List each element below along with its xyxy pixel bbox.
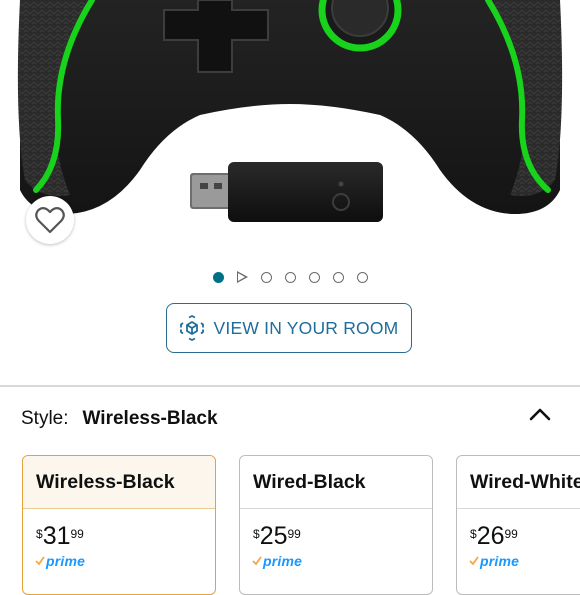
prime-text: prime <box>480 553 520 569</box>
style-header[interactable]: Style: Wireless-Black <box>21 405 561 433</box>
video-play-icon[interactable] <box>236 271 248 283</box>
controller-illustration <box>17 0 563 222</box>
prime-text: prime <box>263 553 303 569</box>
carousel-dot[interactable] <box>332 271 344 283</box>
carousel-dot[interactable] <box>308 271 320 283</box>
favorite-button[interactable] <box>26 196 74 244</box>
prime-badge: prime <box>457 553 580 569</box>
style-option-wired-black[interactable]: Wired-Black $ 25 99 prime <box>239 455 433 595</box>
product-image[interactable] <box>0 0 580 250</box>
chevron-up-icon[interactable] <box>528 404 552 424</box>
prime-check-icon <box>35 556 45 566</box>
price-currency: $ <box>36 527 43 541</box>
ar-cube-icon <box>179 315 204 341</box>
view-in-room-button[interactable]: VIEW IN YOUR ROOM <box>166 303 412 353</box>
prime-check-icon <box>469 556 479 566</box>
view-in-room-label: VIEW IN YOUR ROOM <box>213 317 399 338</box>
style-option-wired-white[interactable]: Wired-White $ 26 99 prime <box>456 455 580 595</box>
price-whole: 31 <box>42 522 71 550</box>
carousel-dot[interactable] <box>284 271 296 283</box>
price-fraction: 99 <box>70 527 84 541</box>
price-currency: $ <box>470 527 477 541</box>
price-fraction: 99 <box>287 527 301 541</box>
price-fraction: 99 <box>504 527 518 541</box>
style-option-price: $ 25 99 <box>240 523 432 549</box>
carousel-dot-active[interactable] <box>212 271 224 283</box>
heart-icon <box>35 207 65 234</box>
prime-badge: prime <box>23 553 215 569</box>
style-option-name: Wireless-Black <box>23 456 215 509</box>
carousel-dot[interactable] <box>356 271 368 283</box>
style-option-price: $ 26 99 <box>457 523 580 549</box>
style-option-name: Wired-Black <box>240 456 432 509</box>
style-option-price: $ 31 99 <box>23 523 215 549</box>
price-whole: 26 <box>476 522 505 550</box>
prime-text: prime <box>46 553 86 569</box>
style-option-name: Wired-White <box>457 456 580 509</box>
style-label: Style: <box>21 408 69 429</box>
price-currency: $ <box>253 527 260 541</box>
carousel-dot[interactable] <box>260 271 272 283</box>
usb-dongle <box>190 162 383 222</box>
style-selected-value: Wireless-Black <box>82 408 218 429</box>
carousel-indicators <box>0 268 580 286</box>
prime-badge: prime <box>240 553 432 569</box>
section-divider <box>0 385 580 387</box>
price-whole: 25 <box>259 522 288 550</box>
prime-check-icon <box>252 556 262 566</box>
style-option-wireless-black[interactable]: Wireless-Black $ 31 99 prime <box>22 455 216 595</box>
